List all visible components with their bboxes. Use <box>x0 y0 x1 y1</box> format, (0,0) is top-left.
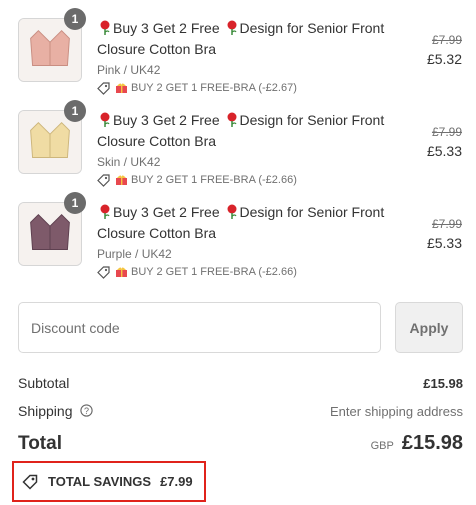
discount-code-input[interactable] <box>19 303 380 352</box>
gift-icon <box>116 175 127 185</box>
tag-icon <box>97 265 110 279</box>
discount-text: BUY 2 GET 1 FREE-BRA (-£2.66) <box>131 266 297 278</box>
savings-value: £7.99 <box>160 474 193 489</box>
variant-label: Skin / UK42 <box>97 155 161 169</box>
product-title: Buy 3 Get 2 Free Design for Senior Front… <box>97 110 397 152</box>
savings-label: TOTAL SAVINGS <box>48 474 152 489</box>
product-title: Buy 3 Get 2 Free Design for Senior Front… <box>97 18 397 60</box>
shipping-value: Enter shipping address <box>330 403 463 419</box>
compare-at-price: £7.99 <box>431 125 462 139</box>
compare-at-price: £7.99 <box>431 217 462 231</box>
apply-discount-button[interactable]: Apply <box>395 302 463 353</box>
subtotal-label: Subtotal <box>18 375 70 391</box>
total-value: £15.98 <box>401 432 463 454</box>
discount-code-field[interactable] <box>18 302 381 353</box>
gift-icon <box>116 267 127 277</box>
rose-icon <box>100 204 110 219</box>
rose-icon <box>227 204 237 219</box>
title-part-1: Buy 3 Get 2 Free <box>113 204 220 220</box>
title-part-1: Buy 3 Get 2 Free <box>113 112 220 128</box>
subtotal-row: Subtotal £15.98 <box>18 375 463 391</box>
subtotal-value: £15.98 <box>423 375 463 391</box>
gift-icon <box>116 83 127 93</box>
line-price: £5.32 <box>426 51 462 67</box>
svg-text:?: ? <box>84 406 89 416</box>
discount-text: BUY 2 GET 1 FREE-BRA (-£2.67) <box>131 82 297 94</box>
rose-icon <box>100 112 110 127</box>
line-item: 1 Buy 3 Get 2 Free Design for Senior Fro… <box>18 192 464 288</box>
variant-label: Pink / UK42 <box>97 63 161 77</box>
tag-icon <box>97 173 110 187</box>
discount-allocation: BUY 2 GET 1 FREE-BRA (-£2.67) <box>97 81 397 95</box>
info-icon[interactable]: ? <box>80 404 94 417</box>
rose-icon <box>227 112 237 127</box>
compare-at-price: £7.99 <box>431 33 462 47</box>
product-title: Buy 3 Get 2 Free Design for Senior Front… <box>97 202 397 244</box>
line-item: 1 Buy 3 Get 2 Free Design for Senior Fro… <box>18 8 464 104</box>
total-label: Total <box>18 432 62 454</box>
discount-text: BUY 2 GET 1 FREE-BRA (-£2.66) <box>131 174 297 186</box>
line-price: £5.33 <box>426 143 462 159</box>
rose-icon <box>227 20 237 35</box>
shipping-label: Shipping <box>18 403 73 419</box>
title-part-1: Buy 3 Get 2 Free <box>113 20 220 36</box>
shipping-row: Shipping ? Enter shipping address <box>18 403 463 419</box>
quantity-badge: 1 <box>64 100 86 122</box>
tag-icon <box>22 474 38 490</box>
line-item: 1 Buy 3 Get 2 Free Design for Senior Fro… <box>18 100 464 196</box>
total-savings: TOTAL SAVINGS £7.99 <box>12 461 206 502</box>
tag-icon <box>97 81 110 95</box>
discount-allocation: BUY 2 GET 1 FREE-BRA (-£2.66) <box>97 265 397 279</box>
variant-label: Purple / UK42 <box>97 247 172 261</box>
line-price: £5.33 <box>426 235 462 251</box>
quantity-badge: 1 <box>64 192 86 214</box>
currency-code: GBP <box>370 440 394 452</box>
total-row: Total GBP £15.98 <box>18 432 463 455</box>
discount-allocation: BUY 2 GET 1 FREE-BRA (-£2.66) <box>97 173 397 187</box>
rose-icon <box>100 20 110 35</box>
quantity-badge: 1 <box>64 8 86 30</box>
